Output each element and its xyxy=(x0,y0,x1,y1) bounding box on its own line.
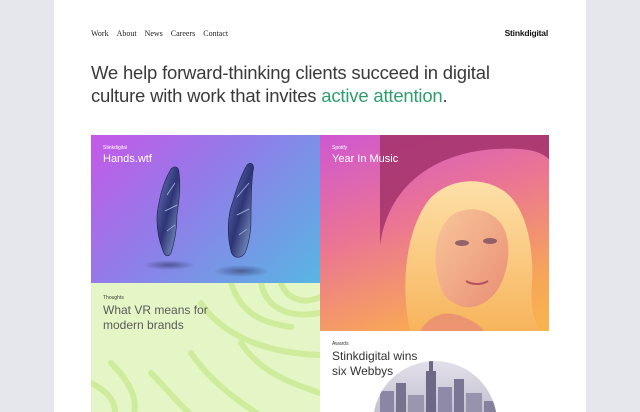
tile-title-line: What VR means for xyxy=(103,303,208,317)
page-container: Work About News Careers Contact Stinkdig… xyxy=(54,0,586,412)
tile-hands-wtf[interactable]: Stinkdigital Hands.wtf xyxy=(91,135,320,283)
tile-vr-article[interactable]: Thoughts What VR means for modern brands xyxy=(91,283,320,412)
site-logo[interactable]: Stinkdigital xyxy=(505,28,549,38)
tile-client: Thoughts xyxy=(103,295,124,301)
left-hand-shape xyxy=(156,166,181,257)
left-hand-shadow xyxy=(143,260,195,270)
work-grid: Stinkdigital Hands.wtf Spotify Year In M… xyxy=(91,135,549,412)
right-hand-shadow xyxy=(213,265,269,277)
nav-careers[interactable]: Careers xyxy=(171,29,195,38)
hero-headline: We help forward-thinking clients succeed… xyxy=(91,61,531,107)
nav-work[interactable]: Work xyxy=(91,29,109,38)
main-nav: Work About News Careers Contact xyxy=(91,29,228,38)
tile-title: What VR means for modern brands xyxy=(103,303,208,333)
right-hand-shape xyxy=(227,163,254,258)
tile-title-line: Stinkdigital wins xyxy=(332,349,418,363)
nav-news[interactable]: News xyxy=(145,29,163,38)
tile-client: Stinkdigital xyxy=(103,145,128,151)
tile-spotify-year-in-music[interactable]: Spotify Year In Music xyxy=(320,135,549,331)
tile-title: Hands.wtf xyxy=(103,153,152,165)
hero-accent-link[interactable]: active attention xyxy=(321,85,442,106)
tile-client: Spotify xyxy=(332,145,348,151)
tile-title: Stinkdigital wins six Webbys xyxy=(332,349,417,379)
hero-period: . xyxy=(442,85,448,106)
tile-title: Year In Music xyxy=(332,153,399,165)
tile-title-line: modern brands xyxy=(103,318,184,332)
nav-contact[interactable]: Contact xyxy=(203,29,228,38)
tile-title-line: six Webbys xyxy=(332,364,394,378)
tile-client: Awards xyxy=(332,341,349,347)
tile-awards[interactable]: Awards Stinkdigital wins six Webbys xyxy=(320,331,549,412)
nav-about[interactable]: About xyxy=(117,29,137,38)
